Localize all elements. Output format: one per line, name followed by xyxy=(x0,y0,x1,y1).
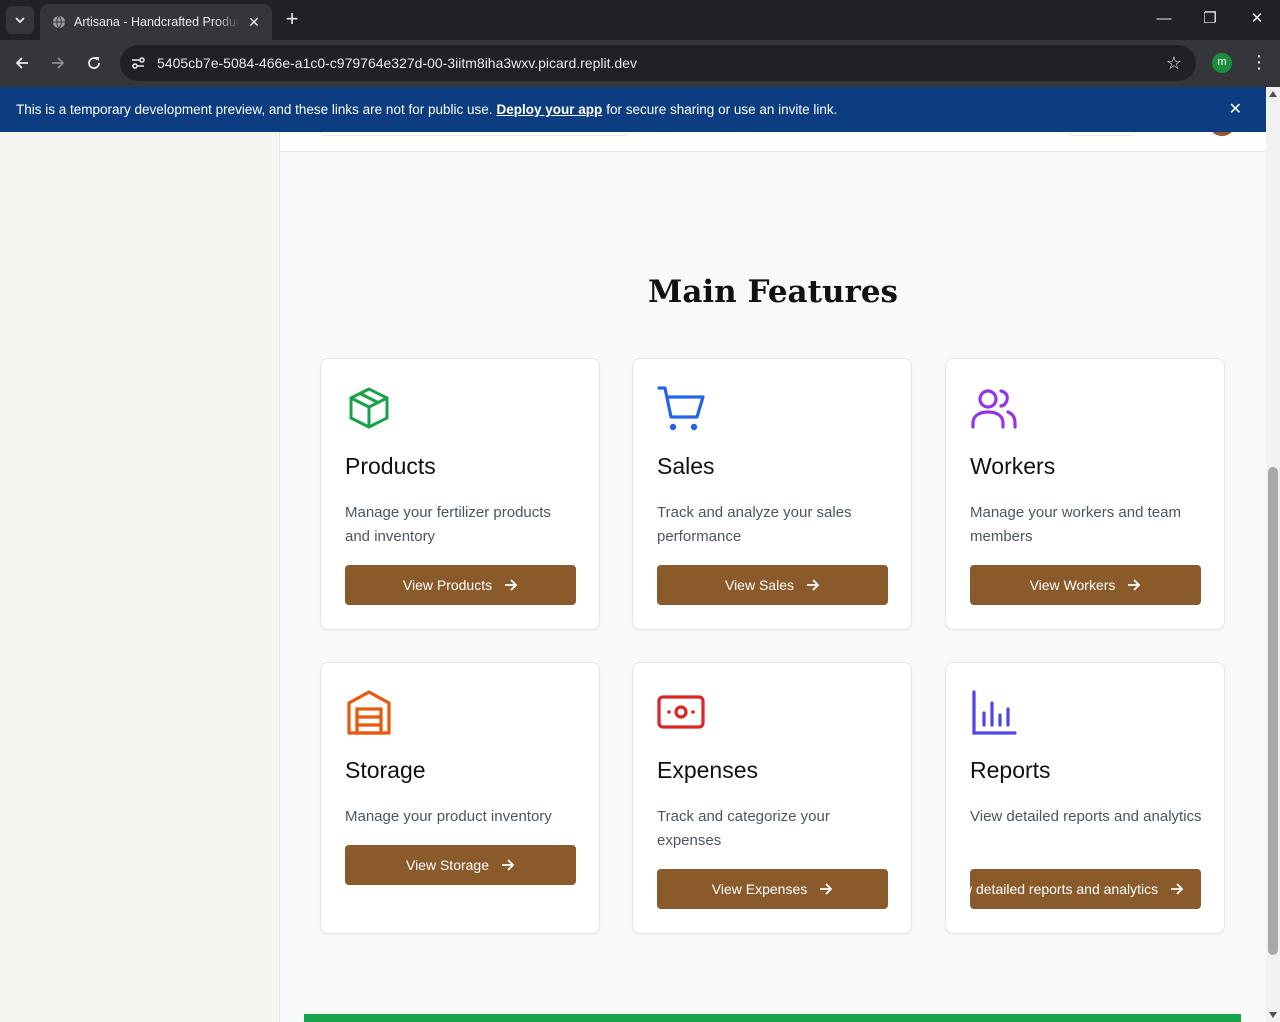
browser-tab-bar: Artisana - Handcrafted Products ✕ + — ❐ … xyxy=(0,0,1280,40)
card-description: Track and categorize your expenses xyxy=(657,808,830,849)
tab-search-button[interactable] xyxy=(6,6,34,34)
card-title: Expenses xyxy=(657,757,759,783)
browser-menu-icon[interactable]: ⋮ xyxy=(1250,52,1268,72)
view-products-button[interactable]: View Products xyxy=(345,565,576,605)
button-label: View Expenses xyxy=(711,881,808,897)
address-bar[interactable]: 5405cb7e-5084-466e-a1c0-c979764e327d-00-… xyxy=(120,45,1196,81)
cta-section-edge xyxy=(304,1014,1241,1022)
card-title: Sales xyxy=(657,453,715,479)
banner-text-after: for secure sharing or use an invite link… xyxy=(606,102,838,117)
feature-card-sales: Sales Track and analyze your sales perfo… xyxy=(632,358,912,630)
forward-button[interactable] xyxy=(46,51,70,75)
main-content: Main Features Products Manage your ferti… xyxy=(280,132,1266,1022)
user-avatar[interactable] xyxy=(1210,132,1234,136)
users-icon xyxy=(971,389,1017,429)
warehouse-icon xyxy=(347,690,391,735)
card-description: Track and analyze your sales performance xyxy=(657,504,852,545)
card-title: Reports xyxy=(970,757,1051,783)
button-label: View Storage xyxy=(405,857,489,873)
arrow-right-icon xyxy=(820,883,833,895)
card-title: Products xyxy=(345,453,436,479)
button-label: View Sales xyxy=(724,577,794,593)
arrow-left-icon xyxy=(15,57,28,69)
view-sales-button[interactable]: View Sales xyxy=(657,565,888,605)
card-description: Manage your fertilizer products and inve… xyxy=(345,504,551,545)
globe-icon xyxy=(53,15,65,29)
banknote-icon xyxy=(657,695,705,729)
button-label: View Workers xyxy=(1029,577,1116,593)
button-label: View detailed reports and analytics xyxy=(970,881,1159,897)
reload-icon xyxy=(88,57,100,69)
deploy-app-link[interactable]: Deploy your app xyxy=(497,102,603,117)
minimize-icon[interactable]: — xyxy=(1152,8,1176,30)
card-description: Manage your product inventory xyxy=(345,808,552,825)
feature-card-expenses: Expenses Track and categorize your expen… xyxy=(632,662,912,934)
banner-close-icon[interactable]: ✕ xyxy=(1229,99,1242,119)
arrow-right-icon xyxy=(52,57,65,69)
banner-text: This is a temporary development preview,… xyxy=(16,102,493,117)
chevron-down-icon xyxy=(15,17,25,24)
scroll-up-icon[interactable] xyxy=(1269,91,1277,97)
header-search-input[interactable] xyxy=(320,132,630,136)
feature-card-storage: Storage Manage your product inventory Vi… xyxy=(320,662,600,934)
view-storage-button[interactable]: View Storage xyxy=(345,845,576,885)
card-description: View detailed reports and analytics xyxy=(970,808,1202,825)
profile-avatar[interactable]: m xyxy=(1212,53,1232,73)
browser-tab[interactable]: Artisana - Handcrafted Products ✕ xyxy=(40,4,272,40)
scrollbar-thumb[interactable] xyxy=(1268,467,1278,955)
bookmark-star-icon[interactable]: ☆ xyxy=(1166,53,1182,74)
arrow-right-icon xyxy=(505,579,518,591)
view-workers-button[interactable]: View Workers xyxy=(970,565,1201,605)
feature-card-reports: Reports View detailed reports and analyt… xyxy=(945,662,1225,934)
arrow-right-icon xyxy=(502,859,515,871)
dev-preview-banner: This is a temporary development preview,… xyxy=(0,87,1266,132)
view-expenses-button[interactable]: View Expenses xyxy=(657,869,888,909)
package-icon xyxy=(349,387,389,429)
arrow-right-icon xyxy=(807,579,820,591)
tab-title: Artisana - Handcrafted Products xyxy=(74,15,240,29)
card-title: Workers xyxy=(970,453,1056,479)
shopping-cart-icon xyxy=(657,386,705,431)
url-text: 5405cb7e-5084-466e-a1c0-c979764e327d-00-… xyxy=(157,55,637,71)
restore-icon[interactable]: ❐ xyxy=(1198,8,1222,30)
scroll-down-icon[interactable] xyxy=(1269,1012,1277,1018)
view-reports-button[interactable]: View detailed reports and analytics xyxy=(970,869,1201,909)
section-title: Main Features xyxy=(648,274,898,310)
page-scrollbar[interactable] xyxy=(1266,87,1280,1022)
arrow-right-icon xyxy=(1171,883,1184,895)
bar-chart-icon xyxy=(972,690,1017,735)
window-close-icon[interactable]: ✕ xyxy=(1245,8,1269,30)
tab-close-icon[interactable]: ✕ xyxy=(246,14,262,31)
reload-button[interactable] xyxy=(82,51,106,75)
browser-toolbar: 5405cb7e-5084-466e-a1c0-c979764e327d-00-… xyxy=(0,40,1280,87)
card-title: Storage xyxy=(345,757,426,783)
back-button[interactable] xyxy=(10,51,34,75)
feature-card-products: Products Manage your fertilizer products… xyxy=(320,358,600,630)
button-label: View Products xyxy=(402,577,493,593)
card-description: Manage your workers and team members xyxy=(970,504,1181,545)
arrow-right-icon xyxy=(1128,579,1141,591)
feature-card-workers: Workers Manage your workers and team mem… xyxy=(945,358,1225,630)
site-settings-icon[interactable] xyxy=(130,55,146,71)
new-tab-button[interactable]: + xyxy=(282,8,302,30)
sidebar xyxy=(0,132,280,1022)
app-header xyxy=(280,132,1266,152)
header-button[interactable] xyxy=(1068,132,1136,136)
